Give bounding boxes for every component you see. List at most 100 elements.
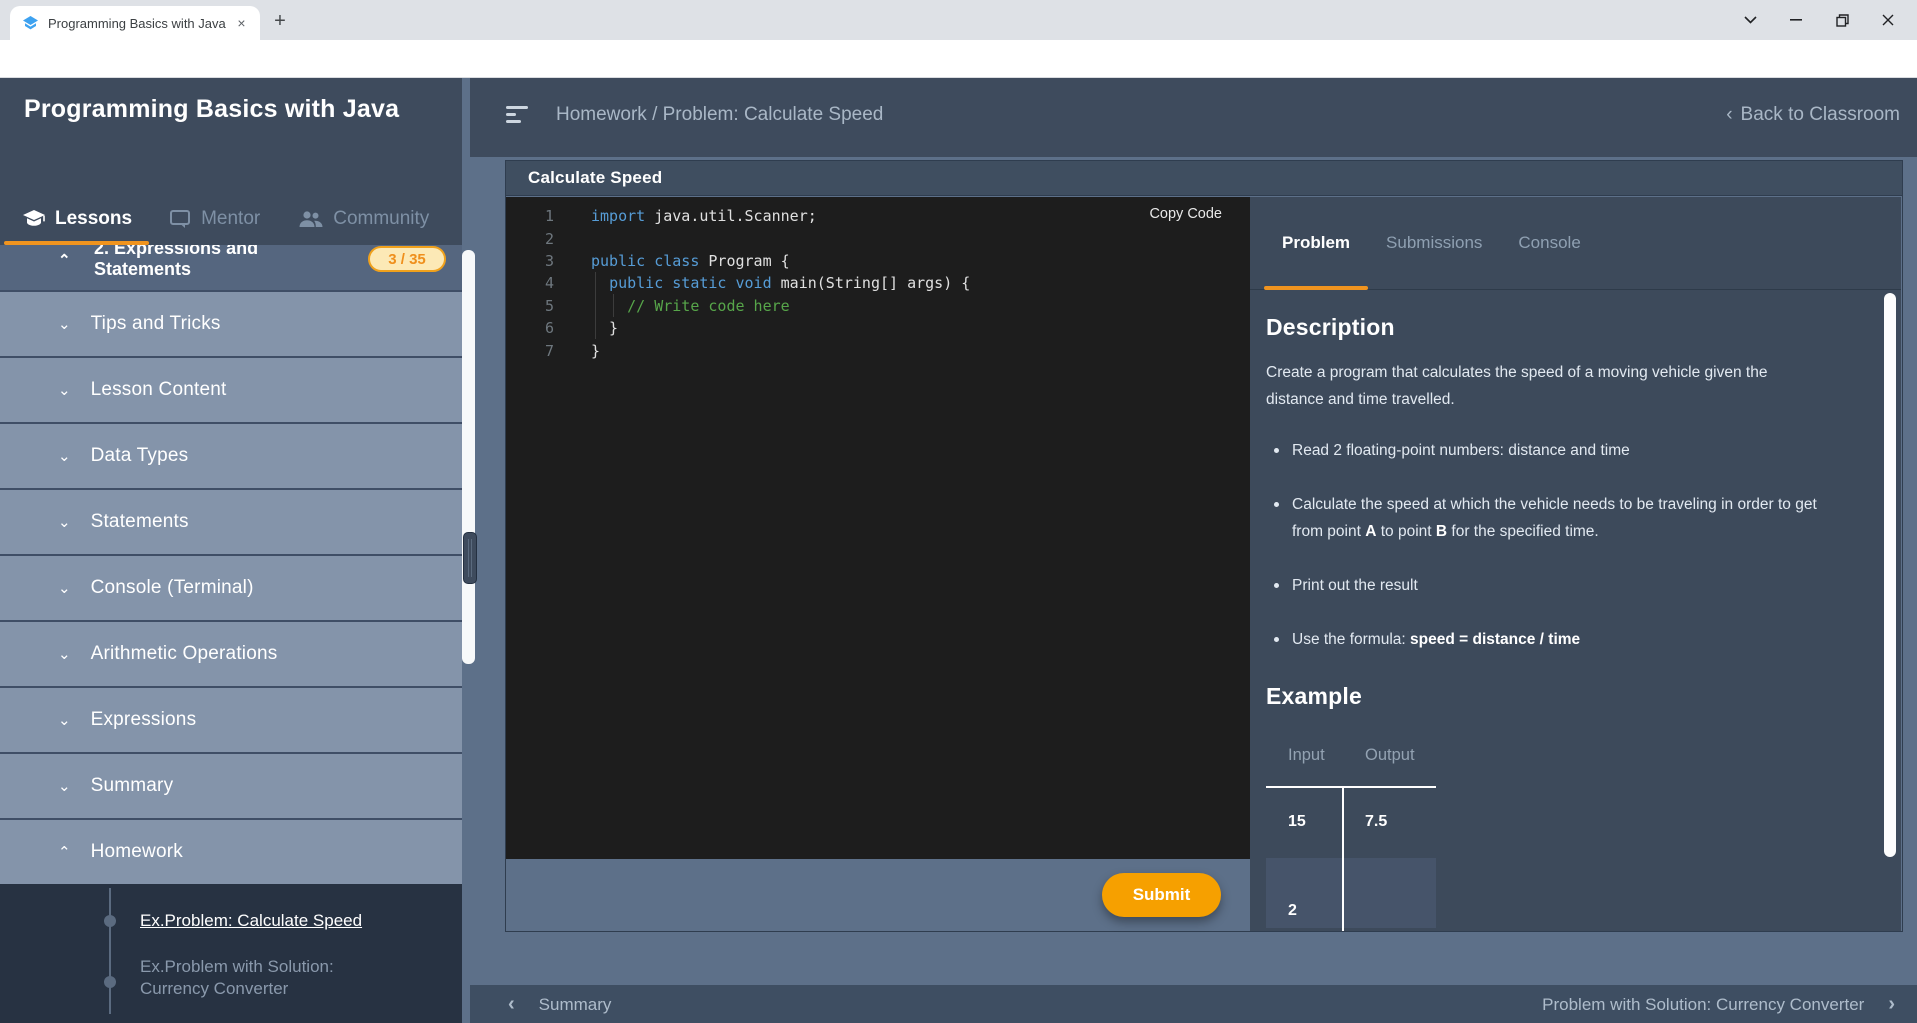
requirement-item: Calculate the speed at which the vehicle…	[1266, 491, 1826, 545]
problem-title: Calculate Speed	[528, 168, 662, 188]
example-table-row: 2	[1266, 858, 1436, 928]
window-controls	[1727, 0, 1911, 40]
bold-text: speed = distance / time	[1410, 631, 1580, 648]
sidebar-item-label: Tips and Tricks	[91, 313, 221, 335]
copy-code-button[interactable]: Copy Code	[1149, 206, 1222, 222]
prev-lesson-link[interactable]: ‹ Summary	[508, 993, 611, 1016]
sidebar-section-item[interactable]: ⌄ Arithmetic Operations	[0, 620, 462, 686]
code-editor[interactable]: 1 import java.util.Scanner; 2 3 public c…	[506, 197, 1250, 859]
panel-scrollbar-thumb[interactable]	[1884, 293, 1896, 857]
graduation-cap-icon	[22, 210, 46, 228]
tab-search-chevron-icon[interactable]	[1727, 0, 1773, 40]
tab-problem[interactable]: Problem	[1264, 197, 1368, 290]
sidebar-section-item[interactable]: ⌄ Statements	[0, 488, 462, 554]
output-cell: 7.5	[1343, 813, 1436, 831]
timeline-dot	[104, 915, 116, 927]
sidebar-item-calculate-speed[interactable]: Ex.Problem: Calculate Speed	[140, 910, 400, 932]
sidebar-section-item[interactable]: ⌄ Data Types	[0, 422, 462, 488]
code-lines: 1 import java.util.Scanner; 2 3 public c…	[506, 197, 1250, 362]
example-table: Input Output 15 7.5 2	[1266, 746, 1436, 928]
tab-community[interactable]: Community	[298, 208, 429, 230]
line-number: 5	[506, 297, 554, 315]
bold-text: A	[1365, 523, 1376, 540]
sidebar-section-item[interactable]: ⌄ Console (Terminal)	[0, 554, 462, 620]
course-header: Programming Basics with Java Lessons Men…	[0, 78, 462, 245]
window-close-icon[interactable]	[1865, 0, 1911, 40]
chevron-left-icon: ‹	[1726, 104, 1732, 125]
example-table-header: Input Output	[1266, 746, 1436, 786]
code-token	[591, 297, 627, 315]
code-token	[591, 274, 609, 292]
tab-close-icon[interactable]: ×	[233, 15, 250, 32]
chat-icon	[170, 210, 192, 229]
requirement-item: Print out the result	[1266, 572, 1826, 599]
sidebar-item-label: Summary	[91, 775, 174, 797]
chevron-down-icon: ⌄	[58, 513, 71, 531]
code-token: main(String[] args) {	[772, 274, 971, 292]
problem-card-body: 1 import java.util.Scanner; 2 3 public c…	[506, 197, 1902, 931]
tab-submissions[interactable]: Submissions	[1368, 197, 1500, 290]
sidebar-section-item[interactable]: ⌄ Summary	[0, 752, 462, 818]
problem-card-header: Calculate Speed	[506, 161, 1902, 196]
line-number: 4	[506, 274, 554, 292]
window-minimize-icon[interactable]	[1773, 0, 1819, 40]
sidebar-scrollbar-track[interactable]	[462, 250, 475, 664]
tab-title: Programming Basics with Java	[48, 16, 233, 31]
code-text: import java.util.Scanner;	[591, 207, 817, 225]
sidebar-item-label: Statements	[91, 511, 189, 533]
breadcrumb[interactable]: Homework / Problem: Calculate Speed	[556, 104, 883, 126]
sidebar-item-label: Data Types	[91, 445, 189, 467]
problem-card: Calculate Speed 1 import java.util.Scann…	[505, 160, 1903, 932]
outline-menu-icon[interactable]	[506, 106, 530, 124]
window-restore-icon[interactable]	[1819, 0, 1865, 40]
sidebar-scrollbar-thumb[interactable]	[463, 532, 477, 584]
browser-tab[interactable]: Programming Basics with Java ×	[10, 6, 260, 40]
people-icon	[298, 211, 324, 228]
sidebar-section-item[interactable]: ⌄ Expressions	[0, 686, 462, 752]
softuni-favicon-icon	[22, 15, 39, 32]
problem-panel-tabs: Problem Submissions Console	[1250, 197, 1901, 290]
example-table-row: 15 7.5	[1266, 786, 1436, 858]
course-sidebar: Programming Basics with Java Lessons Men…	[0, 78, 462, 1023]
tab-community-label: Community	[333, 208, 429, 230]
chevron-down-icon: ⌄	[58, 447, 71, 465]
prev-lesson-label: Summary	[539, 995, 612, 1015]
lesson-bottom-nav: ‹ Summary Problem with Solution: Currenc…	[470, 985, 1917, 1023]
sidebar-item-label: Lesson Content	[91, 379, 227, 401]
back-to-classroom-link[interactable]: ‹Back to Classroom	[1726, 104, 1900, 126]
next-lesson-link[interactable]: Problem with Solution: Currency Converte…	[1542, 993, 1895, 1016]
input-cell: 15	[1266, 813, 1343, 831]
sidebar-item-label: Arithmetic Operations	[91, 643, 278, 665]
tab-mentor-label: Mentor	[201, 208, 260, 230]
problem-panel: Problem Submissions Console Description …	[1250, 197, 1901, 931]
line-number: 1	[506, 207, 554, 225]
section-header-expressions-and-statements[interactable]: ⌃ 2. Expressions and Statements 3 / 35	[0, 245, 462, 290]
requirements-list: Read 2 floating-point numbers: distance …	[1266, 437, 1831, 653]
example-table-rows: 15 7.5 2	[1266, 786, 1436, 928]
timeline-dot	[104, 976, 116, 988]
code-text: public class Program {	[591, 252, 790, 270]
code-text: // Write code here	[591, 297, 790, 315]
tab-mentor[interactable]: Mentor	[170, 208, 260, 230]
code-line: 5 // Write code here	[506, 295, 1250, 317]
sidebar-section-item[interactable]: ⌄ Tips and Tricks	[0, 290, 462, 356]
submit-button[interactable]: Submit	[1102, 873, 1221, 917]
sidebar-section-item[interactable]: ⌄ Lesson Content	[0, 356, 462, 422]
sidebar-item-homework[interactable]: ⌃ Homework	[0, 818, 462, 884]
browser-toolbar: ← → ⟳ learn.softuni.org/engine/1018/1/?t…	[0, 40, 1917, 78]
chevron-right-icon: ›	[1888, 993, 1895, 1016]
code-line: 1 import java.util.Scanner;	[506, 205, 1250, 227]
table-vertical-line	[1342, 786, 1344, 931]
editor-column: 1 import java.util.Scanner; 2 3 public c…	[506, 197, 1250, 931]
section-title: 2. Expressions and Statements	[94, 245, 344, 280]
chevron-down-icon: ⌄	[58, 777, 71, 795]
tab-console[interactable]: Console	[1500, 197, 1598, 290]
new-tab-button[interactable]: +	[268, 10, 292, 34]
tab-lessons[interactable]: Lessons	[22, 208, 132, 230]
code-text: }	[591, 342, 600, 360]
requirement-item: Use the formula: speed = distance / time	[1266, 626, 1826, 653]
homework-sublist: Ex.Problem: Calculate Speed Ex.Problem w…	[0, 884, 462, 1023]
sidebar-item-currency-converter[interactable]: Ex.Problem with Solution: Currency Conve…	[140, 956, 400, 1000]
input-column-header: Input	[1266, 746, 1343, 786]
code-line: 2	[506, 227, 1250, 249]
